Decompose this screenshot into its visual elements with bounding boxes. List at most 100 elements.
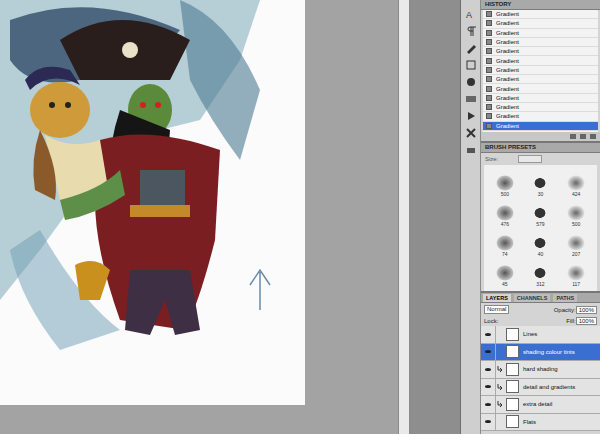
clip-arrow-icon	[497, 366, 503, 372]
workspace-background	[305, 0, 398, 434]
size-row: Size:	[481, 153, 600, 165]
opacity-field[interactable]: 100%	[576, 306, 597, 314]
document-canvas[interactable]	[0, 0, 305, 405]
history-item[interactable]: Gradient	[483, 84, 598, 93]
brush-tip-icon	[496, 205, 514, 221]
layer-name[interactable]: Flats	[523, 419, 536, 425]
navigator-button[interactable]	[465, 93, 477, 105]
panel-icon-strip: A	[460, 0, 481, 434]
history-state-icon	[486, 113, 492, 119]
layer-name[interactable]: hard shading	[523, 366, 558, 372]
delete-icon[interactable]	[590, 134, 596, 139]
panel-tab[interactable]: PATHS	[553, 294, 577, 302]
layer-name[interactable]: extra detail	[523, 401, 552, 407]
history-tab[interactable]: HISTORY	[485, 1, 511, 8]
history-item[interactable]: Gradient	[483, 122, 598, 131]
history-item[interactable]: Gradient	[483, 29, 598, 38]
brush-preset[interactable]: 312	[524, 259, 558, 287]
clip-arrow-icon	[497, 384, 503, 390]
visibility-toggle[interactable]	[481, 326, 496, 343]
fill-group: Fill:100%	[566, 318, 597, 324]
actions-button[interactable]	[465, 110, 477, 122]
brush-tip-icon	[567, 235, 585, 251]
brush-presets-tab[interactable]: BRUSH PRESETS	[485, 144, 536, 151]
history-state-icon	[486, 76, 492, 82]
layer-row[interactable]: shading colour tints	[481, 344, 600, 362]
brush-tip-icon	[567, 205, 585, 221]
history-item[interactable]: Gradient	[483, 19, 598, 28]
history-item[interactable]: Gradient	[483, 10, 598, 19]
brush-preset[interactable]: 207	[559, 229, 593, 257]
brush-preset[interactable]: 30	[524, 169, 558, 197]
brush-preset[interactable]: 579	[524, 199, 558, 227]
panel-tab[interactable]: LAYERS	[483, 294, 511, 302]
visibility-toggle[interactable]	[481, 361, 496, 378]
history-item[interactable]: Gradient	[483, 66, 598, 75]
history-label: Gradient	[496, 95, 519, 101]
brush-preset[interactable]: 45	[488, 259, 522, 287]
text-tool-icon: A	[465, 8, 477, 20]
layer-row[interactable]: extra detail	[481, 396, 600, 414]
brush-button[interactable]	[465, 42, 477, 54]
opacity-label: Opacity:	[554, 307, 576, 313]
history-footer	[481, 132, 600, 141]
paragraph-button[interactable]	[465, 25, 477, 37]
size-slider[interactable]	[518, 155, 542, 163]
history-label: Gradient	[496, 113, 519, 119]
blend-mode-dropdown[interactable]: Normal	[484, 305, 509, 314]
clone-button[interactable]	[465, 59, 477, 71]
history-item[interactable]: Gradient	[483, 47, 598, 56]
history-item[interactable]: Gradient	[483, 112, 598, 121]
panel-dock: HISTORYGradientGradientGradientGradientG…	[481, 0, 600, 434]
history-item[interactable]: Gradient	[483, 75, 598, 84]
actions-icon	[465, 110, 477, 122]
visibility-toggle[interactable]	[481, 414, 496, 431]
size-label: Size:	[485, 156, 498, 162]
brush-icon	[465, 42, 477, 54]
svg-text:A: A	[466, 10, 472, 20]
layer-thumbnail	[506, 328, 519, 341]
brush-preset[interactable]: 476	[488, 199, 522, 227]
new-document-icon[interactable]	[570, 134, 576, 139]
history-state-icon	[486, 30, 492, 36]
layer-thumbnail	[506, 363, 519, 376]
history-item[interactable]: Gradient	[483, 38, 598, 47]
layer-row[interactable]: Flats	[481, 414, 600, 432]
history-item[interactable]: Gradient	[483, 56, 598, 65]
brush-preset[interactable]: 424	[559, 169, 593, 197]
history-state-icon	[486, 123, 492, 129]
blend-row: Normal Opacity:100%	[481, 303, 600, 316]
brush-preset[interactable]: 500	[488, 169, 522, 197]
layer-name[interactable]: detail and gradients	[523, 384, 575, 390]
history-item[interactable]: Gradient	[483, 94, 598, 103]
brush-preset[interactable]: 40	[524, 229, 558, 257]
layer-comps-button[interactable]	[465, 144, 477, 156]
history-item[interactable]: Gradient	[483, 103, 598, 112]
layer-name[interactable]: Lines	[523, 331, 537, 337]
visibility-toggle[interactable]	[481, 379, 496, 396]
swatches-button[interactable]	[465, 76, 477, 88]
brush-size: 312	[536, 281, 544, 287]
layer-row[interactable]: Lines	[481, 326, 600, 344]
tools-button[interactable]	[465, 127, 477, 139]
text-tool-button[interactable]: A	[465, 8, 477, 20]
layer-row[interactable]: detail and gradients	[481, 379, 600, 397]
brush-preset[interactable]: 74	[488, 229, 522, 257]
eye-icon	[485, 385, 491, 388]
visibility-toggle[interactable]	[481, 344, 496, 361]
history-label: Gradient	[496, 86, 519, 92]
visibility-toggle[interactable]	[481, 396, 496, 413]
eye-icon	[485, 403, 491, 406]
new-snapshot-icon[interactable]	[580, 134, 586, 139]
panel-tab[interactable]: CHANNELS	[514, 294, 551, 302]
brush-grid: 50030424 476579500 7440207 45 312 117	[484, 165, 597, 291]
fill-field[interactable]: 100%	[576, 317, 597, 325]
brush-preset[interactable]: 117	[559, 259, 593, 287]
layer-name[interactable]: shading colour tints	[523, 349, 575, 355]
brush-preset[interactable]: 500	[559, 199, 593, 227]
layer-row[interactable]: hard shading	[481, 361, 600, 379]
brush-presets-header: BRUSH PRESETS	[481, 143, 600, 153]
scrollbar[interactable]	[398, 0, 410, 434]
layers-tabs: LAYERSCHANNELSPATHS	[481, 293, 600, 303]
eye-icon	[485, 420, 491, 423]
